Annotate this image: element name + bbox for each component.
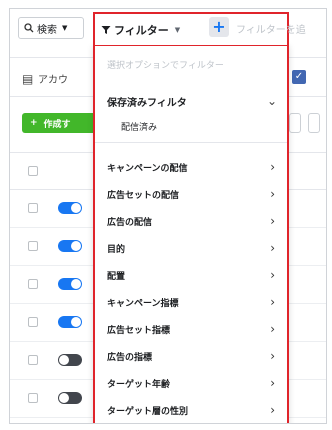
filter-menu-item-label: キャンペーン指標	[107, 298, 179, 309]
filter-menu-item-label: 広告セットの配信	[107, 190, 180, 201]
chevron-right-icon: ›	[270, 322, 275, 336]
filter-menu-item-label: 広告の配信	[107, 217, 153, 228]
filter-menu-item[interactable]: 広告の指標 ›	[107, 345, 275, 367]
chevron-down-icon: ⌄	[266, 94, 277, 108]
account-label: アカウ	[38, 75, 68, 86]
filter-dropdown-menu: 選択オプションでフィルター 保存済みフィルタ ⌄ 配信済み キャンペーンの配信 …	[93, 44, 289, 423]
chevron-down-icon: ▼	[174, 26, 181, 34]
row-checkbox[interactable]	[28, 279, 38, 289]
toolbar-control[interactable]	[289, 113, 301, 133]
delivery-toggle[interactable]	[58, 240, 82, 252]
create-button[interactable]: + 作成す	[22, 113, 102, 133]
filter-menu-item[interactable]: ターゲット層の性別 ›	[107, 399, 275, 421]
chevron-right-icon: ›	[270, 241, 275, 255]
account-icon: ▤	[22, 72, 34, 86]
filter-menu-item[interactable]: 広告の配信 ›	[107, 210, 275, 232]
filter-menu-item[interactable]: キャンペーン指標 ›	[107, 291, 275, 313]
chevron-right-icon: ›	[270, 376, 275, 390]
search-label: 検索	[37, 24, 57, 36]
ads-manager-panel: 検索 ▼ フィルター ▼ + フィルターを追 ▤ アカウ ✓ + 作成す 選択オ…	[9, 8, 327, 424]
delivery-toggle[interactable]	[58, 278, 82, 290]
filter-label: フィルター	[114, 24, 169, 37]
filter-icon	[101, 26, 111, 34]
chevron-right-icon: ›	[270, 214, 275, 228]
toolbar-control[interactable]	[308, 113, 320, 133]
filter-menu-item[interactable]: 広告セットの配信 ›	[107, 183, 275, 205]
search-icon	[24, 23, 34, 33]
chevron-down-icon: ▼	[62, 24, 68, 32]
chevron-right-icon: ›	[270, 187, 275, 201]
filter-menu-item[interactable]: 目的 ›	[107, 237, 275, 259]
saved-filter-item[interactable]: 配信済み	[121, 120, 157, 133]
saved-filters-label: 保存済みフィルタ	[107, 98, 187, 109]
saved-filters-header[interactable]: 保存済みフィルタ ⌄	[107, 94, 277, 109]
row-checkbox[interactable]	[28, 355, 38, 365]
add-filter-button[interactable]: +	[209, 17, 229, 37]
select-all-checkbox[interactable]	[28, 166, 38, 176]
chevron-right-icon: ›	[270, 295, 275, 309]
filter-menu-item[interactable]: ターゲット年齢 ›	[107, 372, 275, 394]
filter-menu-item-label: ターゲット層の性別	[107, 406, 189, 417]
divider	[95, 142, 287, 143]
filter-menu-item[interactable]: 広告セット指標 ›	[107, 318, 275, 340]
filter-menu-item-label: キャンペーンの配信	[107, 163, 188, 174]
filter-search-placeholder[interactable]: 選択オプションでフィルター	[107, 58, 224, 71]
filter-menu-item-label: 広告の指標	[107, 352, 153, 363]
row-checkbox[interactable]	[28, 203, 38, 213]
filter-menu-item[interactable]: 配置 ›	[107, 264, 275, 286]
chevron-right-icon: ›	[270, 160, 275, 174]
delivery-toggle[interactable]	[58, 316, 82, 328]
filter-menu-item-label: 目的	[107, 244, 126, 255]
row-checkbox[interactable]	[28, 317, 38, 327]
search-dropdown-button[interactable]: 検索 ▼	[18, 17, 84, 39]
delivery-toggle[interactable]	[58, 392, 82, 404]
row-checkbox[interactable]	[28, 393, 38, 403]
delivery-toggle[interactable]	[58, 202, 82, 214]
filter-menu-item-label: 配置	[107, 271, 126, 282]
checkbox-checked-icon[interactable]: ✓	[292, 70, 306, 84]
chevron-right-icon: ›	[270, 268, 275, 282]
delivery-toggle[interactable]	[58, 354, 82, 366]
row-checkbox[interactable]	[28, 241, 38, 251]
filter-hint-text: フィルターを追	[236, 25, 306, 36]
filter-menu-item-label: 広告セット指標	[107, 325, 171, 336]
filter-menu-item-label: ターゲット年齢	[107, 379, 171, 390]
chevron-right-icon: ›	[270, 349, 275, 363]
filter-menu-item[interactable]: キャンペーンの配信 ›	[107, 156, 275, 178]
toolbar: 検索 ▼ フィルター ▼ + フィルターを追	[10, 9, 326, 47]
chevron-right-icon: ›	[270, 403, 275, 417]
create-label: 作成す	[43, 119, 71, 130]
plus-icon: +	[30, 118, 38, 128]
